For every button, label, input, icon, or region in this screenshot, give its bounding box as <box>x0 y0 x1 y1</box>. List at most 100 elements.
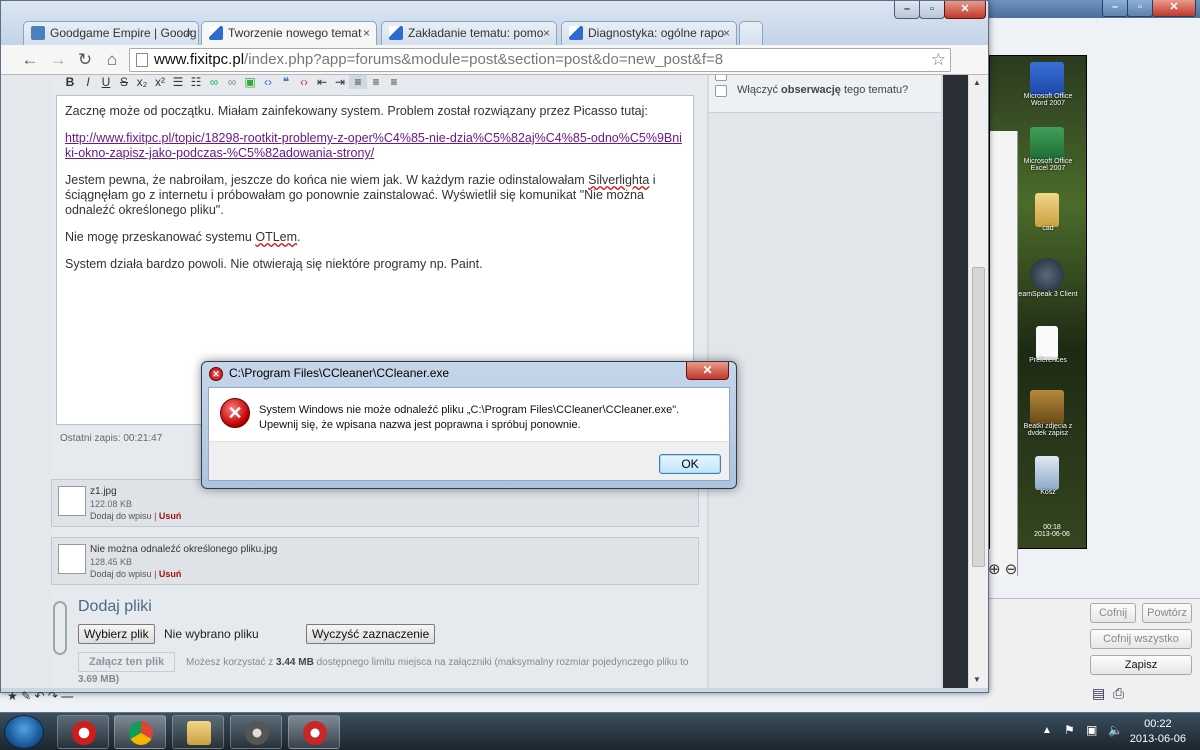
close-tab-icon[interactable]: × <box>363 22 370 44</box>
tab-title: Tworzenie nowego temat <box>228 26 362 40</box>
indent-icon[interactable]: ⇥ <box>331 75 349 89</box>
show-hidden-icon[interactable]: ▲ <box>1042 725 1052 736</box>
code-icon[interactable]: ‹› <box>259 75 277 89</box>
vertical-scrollbar[interactable]: ▲ ▼ <box>968 75 988 688</box>
address-bar[interactable]: www.fixitpc.pl/index.php?app=forums&modu… <box>129 48 951 72</box>
post-paragraph: System działa bardzo powoli. Nie otwiera… <box>65 257 483 271</box>
quote-icon[interactable]: ❝ <box>277 75 295 89</box>
dialog-close-button[interactable]: ✕ <box>686 362 729 380</box>
tab-goodgame[interactable]: Goodgame Empire | Goodg × <box>23 21 199 45</box>
underline-icon[interactable]: U <box>97 75 115 89</box>
zoom-out-icon[interactable]: ⊖ <box>1005 561 1018 578</box>
strike-icon[interactable]: S <box>115 75 133 89</box>
back-arrow-icon[interactable]: ← <box>19 49 41 71</box>
clear-selection-button[interactable]: Wyczyść zaznaczenie <box>306 624 436 644</box>
browser-window: Goodgame Empire | Goodg × Tworzenie nowe… <box>0 0 989 703</box>
taskbar-app[interactable] <box>230 715 282 749</box>
italic-icon[interactable]: I <box>79 75 97 89</box>
align-right-icon[interactable]: ≡ <box>385 75 403 89</box>
chrome-icon <box>129 721 153 745</box>
bookmark-star-icon[interactable]: ☆ <box>931 49 946 71</box>
close-tab-icon[interactable]: × <box>185 22 192 44</box>
minimize-button[interactable]: – <box>894 1 920 19</box>
upload-limit-text: Możesz korzystać z 3.44 MB dostępnego li… <box>186 657 689 668</box>
subscript-icon[interactable]: x₂ <box>133 75 151 89</box>
url-path: /index.php?app=forums&module=post&sectio… <box>244 51 724 68</box>
close-tab-icon[interactable]: × <box>543 22 550 44</box>
unlink-icon[interactable]: ∞ <box>223 75 241 89</box>
bold-icon[interactable]: B <box>61 75 79 89</box>
dialog-title: C:\Program Files\CCleaner\CCleaner.exe <box>229 366 450 380</box>
choose-file-button[interactable]: Wybierz plik <box>78 624 155 644</box>
remove-attachment-link[interactable]: Usuń <box>159 511 182 521</box>
error-title-icon: ✕ <box>209 367 223 381</box>
zoom-in-icon[interactable]: ⊕ <box>988 561 1001 578</box>
tab-diagnostics[interactable]: Diagnostyka: ogólne rapo × <box>561 21 737 45</box>
teamspeak-icon <box>1030 258 1064 292</box>
url-host: www.fixitpc.pl <box>154 51 245 68</box>
windows-start-icon[interactable] <box>4 715 44 749</box>
background-maximize-button[interactable]: ▫ <box>1127 0 1153 17</box>
desktop-label-preferences: Preferences <box>1029 357 1067 364</box>
option-checkbox[interactable] <box>715 75 727 81</box>
attachment-name: z1.jpg <box>90 486 117 497</box>
align-center-icon[interactable]: ≡ <box>367 75 385 89</box>
close-tab-icon[interactable]: × <box>723 22 730 44</box>
save-button[interactable]: Zapisz <box>1090 655 1192 675</box>
taskbar-opera[interactable] <box>57 715 109 749</box>
tab-title: Zakładanie tematu: pomo <box>408 26 544 40</box>
paperclip-icon <box>53 601 67 655</box>
undo-all-button[interactable]: Cofnij wszystko <box>1090 629 1192 649</box>
network-icon[interactable]: ▣ <box>1086 723 1097 737</box>
print-icon[interactable]: ⎙ <box>1113 685 1124 702</box>
maximize-button[interactable]: ▫ <box>919 1 945 19</box>
right-panel: Cofnij Powtórz Cofnij wszystko Zapisz ▤ … <box>989 598 1200 712</box>
undo-button[interactable]: Cofnij <box>1090 603 1136 623</box>
add-to-post-link[interactable]: Dodaj do wpisu <box>90 511 152 521</box>
scrollbar-thumb[interactable] <box>972 267 985 567</box>
scroll-up-icon[interactable]: ▲ <box>973 78 981 87</box>
close-button[interactable]: ✕ <box>944 1 986 19</box>
app-icon <box>245 721 269 745</box>
new-tab-button[interactable] <box>739 21 763 45</box>
tab-new-topic[interactable]: Tworzenie nowego temat × <box>201 21 377 45</box>
numbered-list-icon[interactable]: ☷ <box>187 75 205 89</box>
spoiler-icon[interactable]: ‹› <box>295 75 313 89</box>
layout-icon[interactable]: ▤ <box>1092 685 1105 702</box>
taskbar-explorer[interactable] <box>172 715 224 749</box>
bullet-list-icon[interactable]: ☰ <box>169 75 187 89</box>
home-icon[interactable]: ⌂ <box>101 49 123 71</box>
taskbar-clock[interactable]: 00:22 2013-06-06 <box>1130 717 1186 747</box>
background-minimize-button[interactable]: – <box>1102 0 1128 17</box>
align-left-icon[interactable]: ≡ <box>349 75 367 89</box>
system-tray: ▲ ⚑ ▣ 🔈 00:22 2013-06-06 <box>1020 713 1200 750</box>
attachment-name: Nie można odnaleźć określonego pliku.jpg <box>90 544 278 555</box>
word-icon <box>1030 62 1064 96</box>
image-icon[interactable]: ▣ <box>241 75 259 89</box>
remove-attachment-link[interactable]: Usuń <box>159 569 182 579</box>
tab-topic-help[interactable]: Zakładanie tematu: pomo × <box>381 21 557 45</box>
watch-topic-checkbox[interactable] <box>715 85 727 97</box>
redo-button[interactable]: Powtórz <box>1142 603 1192 623</box>
outdent-icon[interactable]: ⇤ <box>313 75 331 89</box>
taskbar-chrome[interactable] <box>114 715 166 749</box>
forward-arrow-icon[interactable]: → <box>47 49 69 71</box>
bottom-toolbar-icons[interactable]: ★ ✎ ↶ ↷ ⎯⎯ <box>7 689 73 704</box>
volume-muted-icon[interactable]: 🔈 <box>1108 723 1123 737</box>
error-dialog: ✕ C:\Program Files\CCleaner\CCleaner.exe… <box>201 361 737 489</box>
scroll-down-icon[interactable]: ▼ <box>973 675 981 684</box>
reload-icon[interactable]: ↻ <box>74 49 96 71</box>
action-center-icon[interactable]: ⚑ <box>1064 723 1075 737</box>
attach-file-button[interactable]: Załącz ten plik <box>78 652 176 672</box>
upload-limit-max: 3.69 MB) <box>78 674 120 685</box>
taskbar-ccleaner[interactable] <box>288 715 340 749</box>
topic-link[interactable]: http://www.fixitpc.pl/topic/18298-rootki… <box>65 131 682 160</box>
desktop-label-photos: Beatki zdjęcia z dvdek zapisz <box>1023 423 1073 437</box>
post-paragraph: Jestem pewna, że nabroiłam, jeszcze do k… <box>65 173 656 217</box>
ok-button[interactable]: OK <box>659 454 721 474</box>
link-icon[interactable]: ∞ <box>205 75 223 89</box>
superscript-icon[interactable]: x² <box>151 75 169 89</box>
zoom-controls[interactable]: ⊕ ⊖ <box>988 560 1017 578</box>
add-to-post-link[interactable]: Dodaj do wpisu <box>90 569 152 579</box>
background-close-button[interactable]: ✕ <box>1152 0 1196 17</box>
